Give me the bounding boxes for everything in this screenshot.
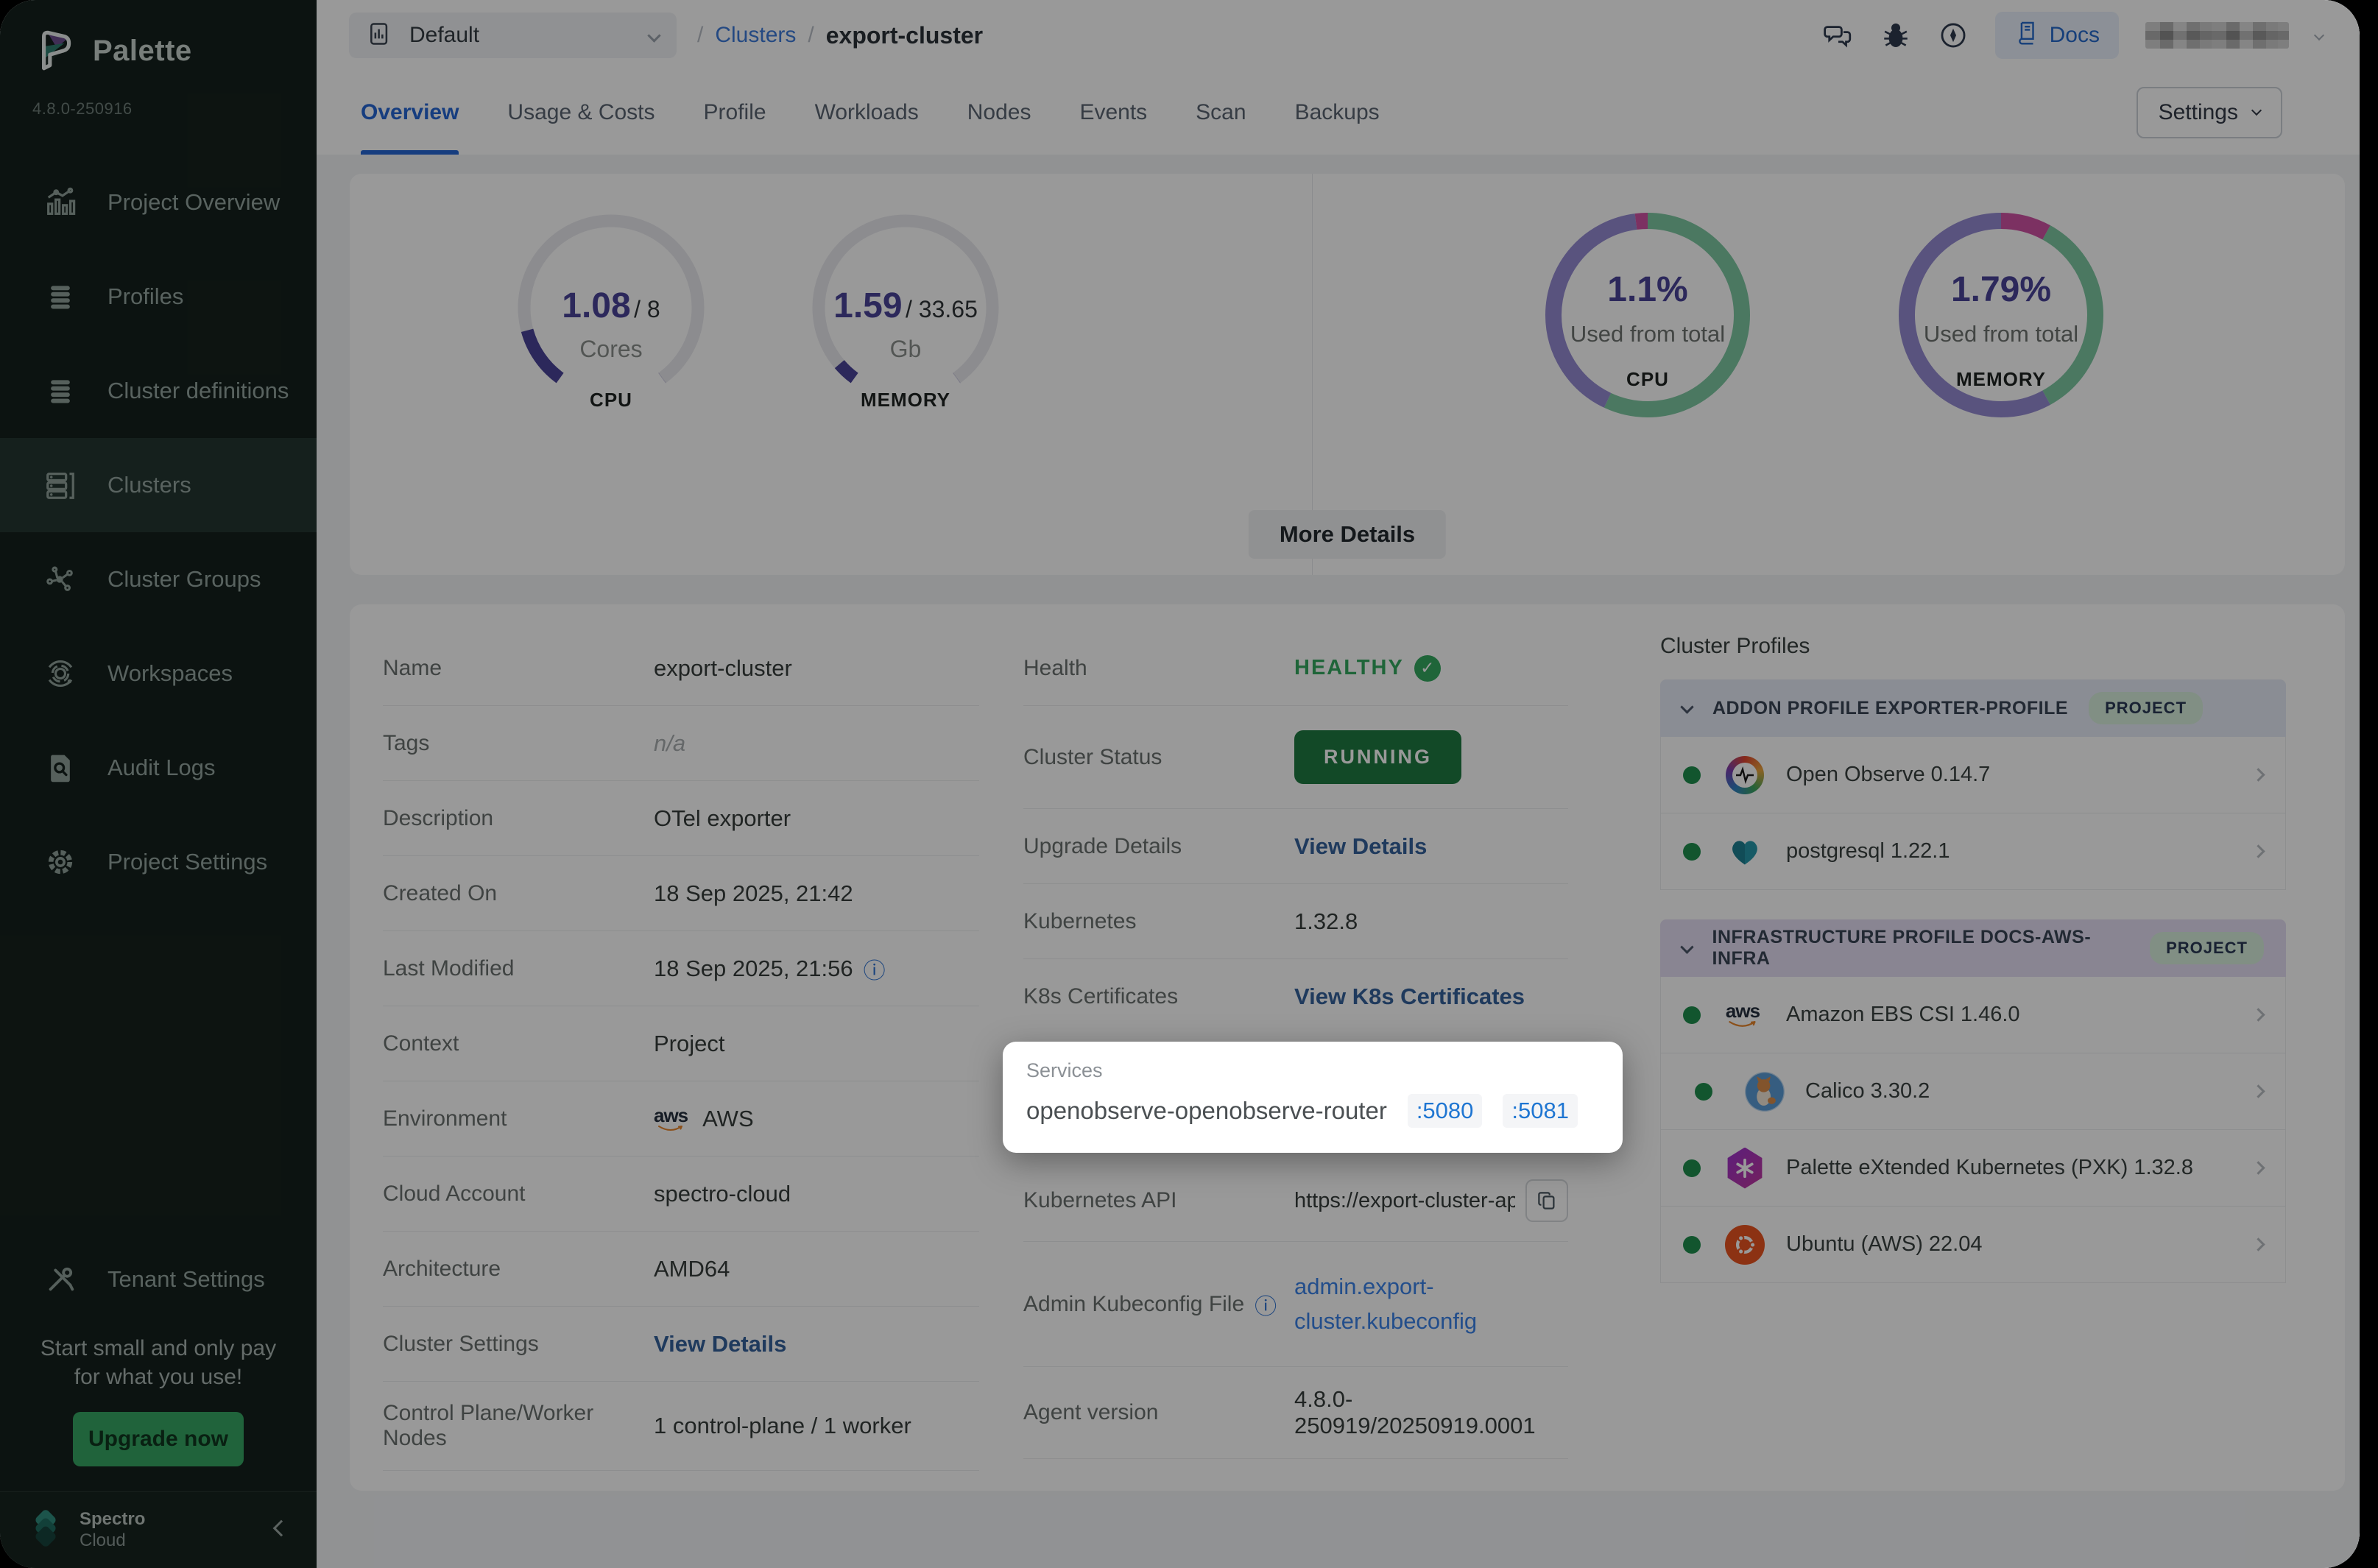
spotlight-dim-overlay [0, 0, 2360, 1568]
services-label: Services [1026, 1059, 1599, 1082]
services-spotlight-card: Services openobserve-openobserve-router … [1003, 1042, 1623, 1153]
app-window: Palette 4.8.0-250916 Project Overview [0, 0, 2360, 1568]
services-row: openobserve-openobserve-router :5080 :50… [1026, 1094, 1599, 1128]
service-port-link-5081[interactable]: :5081 [1503, 1094, 1578, 1128]
service-name: openobserve-openobserve-router [1026, 1097, 1387, 1125]
service-port-link-5080[interactable]: :5080 [1408, 1094, 1483, 1128]
